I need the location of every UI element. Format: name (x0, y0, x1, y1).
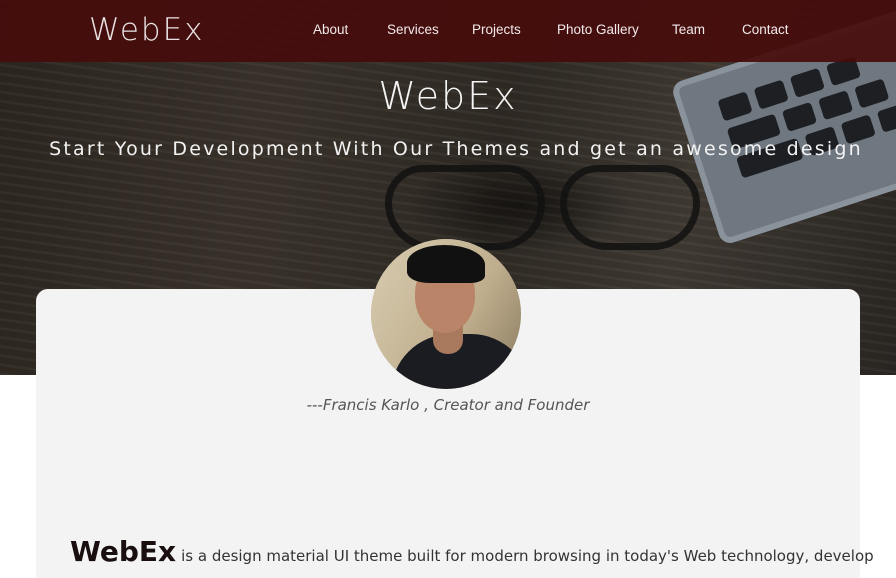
nav-link-contact[interactable]: Contact (742, 22, 789, 37)
nav-link-services[interactable]: Services (387, 22, 439, 37)
navbar: WebEx About Services Projects Photo Gall… (0, 0, 896, 62)
about-brand: WebEx (70, 535, 177, 568)
glasses-image (385, 165, 545, 250)
glasses-image-right (560, 165, 700, 250)
founder-quote: ---Francis Karlo , Creator and Founder (306, 396, 590, 414)
nav-links: About Services Projects Photo Gallery Te… (0, 22, 896, 42)
hero-subtitle: Start Your Development With Our Themes a… (49, 138, 863, 160)
nav-link-team[interactable]: Team (672, 22, 705, 37)
nav-link-photo-gallery[interactable]: Photo Gallery (557, 22, 639, 37)
nav-link-about[interactable]: About (313, 22, 348, 37)
about-text: WebEx is a design material UI theme built… (70, 535, 874, 568)
founder-avatar (371, 239, 521, 389)
nav-link-projects[interactable]: Projects (472, 22, 521, 37)
hero-title: WebEx (378, 74, 518, 118)
about-description: is a design material UI theme built for … (181, 547, 874, 565)
